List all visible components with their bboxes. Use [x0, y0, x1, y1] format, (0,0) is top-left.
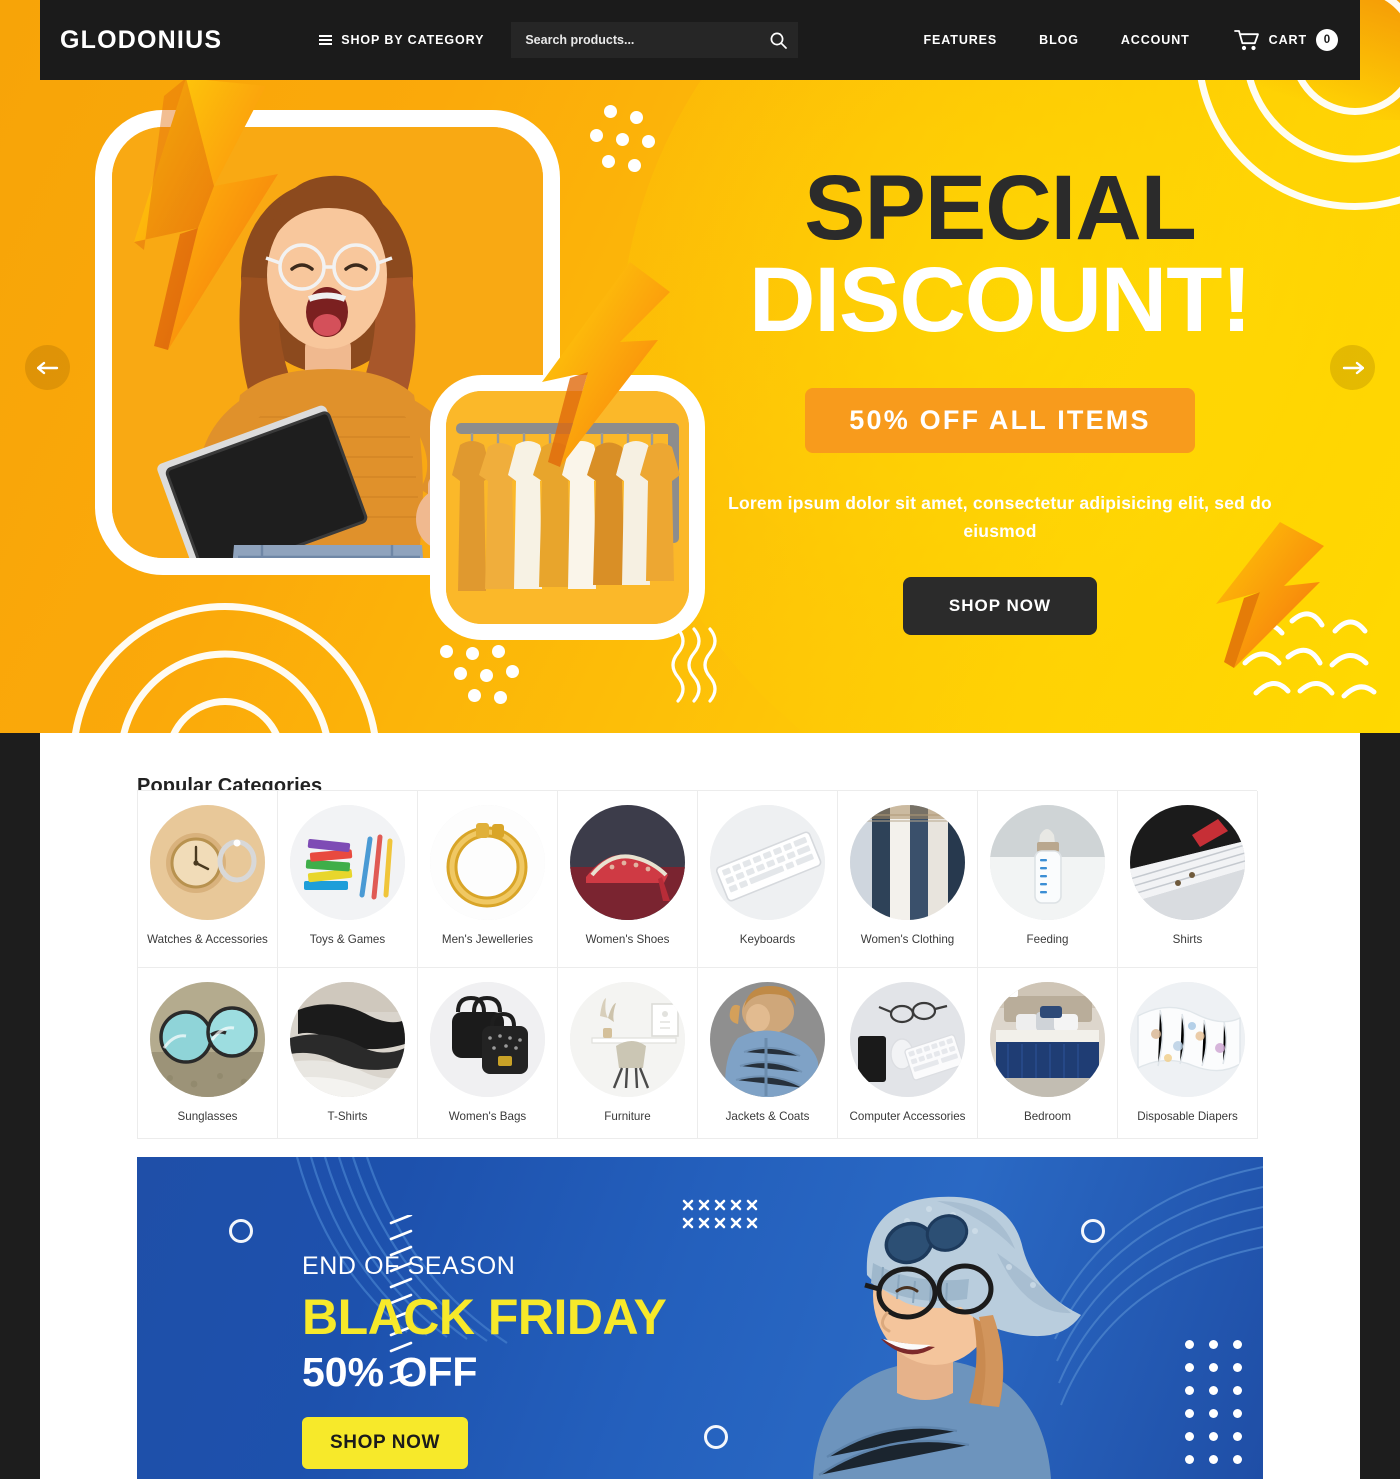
cart-label: CART	[1268, 33, 1307, 47]
category-card-bedroom[interactable]: Bedroom	[978, 968, 1118, 1139]
folded-tshirts-thumb	[290, 982, 405, 1097]
watch-jewelry-thumb	[150, 805, 265, 920]
category-card-womens-bags[interactable]: Women's Bags	[418, 968, 558, 1139]
hero-shop-now-button[interactable]: SHOP NOW	[902, 576, 1098, 635]
black-friday-promo-banner[interactable]: END OF SEASON BLACK FRIDAY 50% OFF SHOP …	[137, 1157, 1263, 1479]
hanging-clothes-thumb	[850, 805, 965, 920]
category-label: Feeding	[1026, 933, 1069, 946]
round-sunglasses-thumb	[150, 982, 265, 1097]
gold-bracelet-thumb	[430, 805, 545, 920]
dot-cluster-bottom	[440, 645, 530, 705]
nav-item-account[interactable]: ACCOUNT	[1100, 33, 1211, 47]
category-label: T-Shirts	[327, 1110, 368, 1123]
category-card-watches-accessories[interactable]: Watches & Accessories	[138, 791, 278, 968]
category-label: Men's Jewelleries	[441, 933, 534, 946]
category-card-toys-games[interactable]: Toys & Games	[278, 791, 418, 968]
category-card-feeding[interactable]: Feeding	[978, 791, 1118, 968]
promo-text-block: END OF SEASON BLACK FRIDAY 50% OFF SHOP …	[302, 1252, 667, 1469]
blue-bed-thumb	[990, 982, 1105, 1097]
category-label: Women's Shoes	[585, 933, 670, 946]
main-content: Popular Categories Watches & Accessories	[40, 733, 1360, 1479]
category-grid: Watches & Accessories Toys & Games Men's…	[137, 790, 1258, 1139]
category-card-computer-accessories[interactable]: Computer Accessories	[838, 968, 978, 1139]
main-navigation: FEATURES BLOG ACCOUNT CART 0	[903, 29, 1338, 51]
promo-title: BLACK FRIDAY	[302, 1289, 667, 1345]
cart-count-badge: 0	[1316, 29, 1338, 51]
category-card-jackets-coats[interactable]: Jackets & Coats	[698, 968, 838, 1139]
shop-by-category-label: SHOP BY CATEGORY	[341, 33, 485, 47]
hero-title-line1: SPECIAL	[804, 157, 1197, 259]
diapers-thumb	[1130, 982, 1245, 1097]
category-label: Jackets & Coats	[725, 1110, 810, 1123]
site-logo[interactable]: GLODONIUS	[60, 26, 222, 55]
promo-eyebrow: END OF SEASON	[302, 1252, 516, 1280]
category-label: Bedroom	[1023, 1110, 1072, 1123]
x-pattern-decor	[682, 1199, 758, 1229]
promo-model-photo	[813, 1196, 1081, 1479]
hero-discount-badge: 50% OFF ALL ITEMS	[805, 388, 1195, 454]
hero-content: SPECIAL DISCOUNT! 50% OFF ALL ITEMS Lore…	[700, 157, 1300, 635]
category-card-womens-shoes[interactable]: Women's Shoes	[558, 791, 698, 968]
carousel-next-button[interactable]	[1330, 345, 1375, 390]
category-label: Women's Bags	[448, 1110, 527, 1123]
cart-button[interactable]: CART 0	[1211, 29, 1338, 51]
category-card-furniture[interactable]: Furniture	[558, 968, 698, 1139]
category-card-sunglasses[interactable]: Sunglasses	[138, 968, 278, 1139]
lightning-bolt-decor-2	[542, 262, 670, 467]
baby-bottle-thumb	[990, 805, 1105, 920]
desk-setup-thumb	[850, 982, 965, 1097]
circle-decor-bottom	[704, 1425, 728, 1449]
promo-shop-now-button[interactable]: SHOP NOW	[302, 1416, 469, 1469]
dot-cluster-top	[590, 105, 670, 185]
category-card-shirts[interactable]: Shirts	[1118, 791, 1258, 968]
white-keyboard-thumb	[710, 805, 825, 920]
arc-decor-bottom-left	[60, 593, 390, 733]
search-submit-button[interactable]	[758, 22, 798, 58]
search-icon	[770, 32, 787, 49]
category-label: Watches & Accessories	[147, 933, 268, 946]
category-label: Furniture	[604, 1110, 651, 1123]
category-label: Toys & Games	[309, 933, 386, 946]
shopping-cart-icon	[1233, 30, 1259, 51]
search-bar	[511, 22, 799, 58]
search-input[interactable]	[511, 22, 759, 58]
black-handbags-thumb	[430, 982, 545, 1097]
lightning-bolt-decor-1	[134, 78, 278, 350]
circle-decor-left	[229, 1219, 253, 1243]
arrow-right-icon	[1342, 361, 1364, 374]
category-card-disposable-diapers[interactable]: Disposable Diapers	[1118, 968, 1258, 1139]
category-label: Computer Accessories	[849, 1110, 966, 1123]
hero-banner: SPECIAL DISCOUNT! 50% OFF ALL ITEMS Lore…	[0, 0, 1400, 733]
category-label: Shirts	[1172, 933, 1203, 946]
category-card-mens-jewelleries[interactable]: Men's Jewelleries	[418, 791, 558, 968]
hero-subtitle: Lorem ipsum dolor sit amet, consectetur …	[728, 493, 1272, 541]
promo-discount: 50% OFF	[302, 1348, 478, 1395]
wave-lines-decor	[671, 627, 717, 703]
category-card-keyboards[interactable]: Keyboards	[698, 791, 838, 968]
category-label: Disposable Diapers	[1137, 1110, 1238, 1123]
red-heels-thumb	[570, 805, 685, 920]
dress-shirt-thumb	[1130, 805, 1245, 920]
arrow-left-icon	[36, 361, 58, 374]
nav-item-features[interactable]: FEATURES	[903, 33, 1019, 47]
category-card-tshirts[interactable]: T-Shirts	[278, 968, 418, 1139]
denim-jacket-thumb	[710, 982, 825, 1097]
hero-title-line2: DISCOUNT!	[748, 249, 1252, 352]
shop-by-category-button[interactable]: SHOP BY CATEGORY	[319, 33, 484, 47]
site-header: GLODONIUS SHOP BY CATEGORY FEATURES BLOG…	[40, 0, 1360, 80]
carousel-prev-button[interactable]	[25, 345, 70, 390]
category-label: Sunglasses	[177, 1110, 238, 1123]
category-label: Keyboards	[739, 933, 796, 946]
colorful-blocks-thumb	[290, 805, 405, 920]
category-card-womens-clothing[interactable]: Women's Clothing	[838, 791, 978, 968]
category-label: Women's Clothing	[860, 933, 955, 946]
hamburger-icon	[319, 35, 333, 45]
desk-chair-thumb	[570, 982, 685, 1097]
nav-item-blog[interactable]: BLOG	[1018, 33, 1100, 47]
